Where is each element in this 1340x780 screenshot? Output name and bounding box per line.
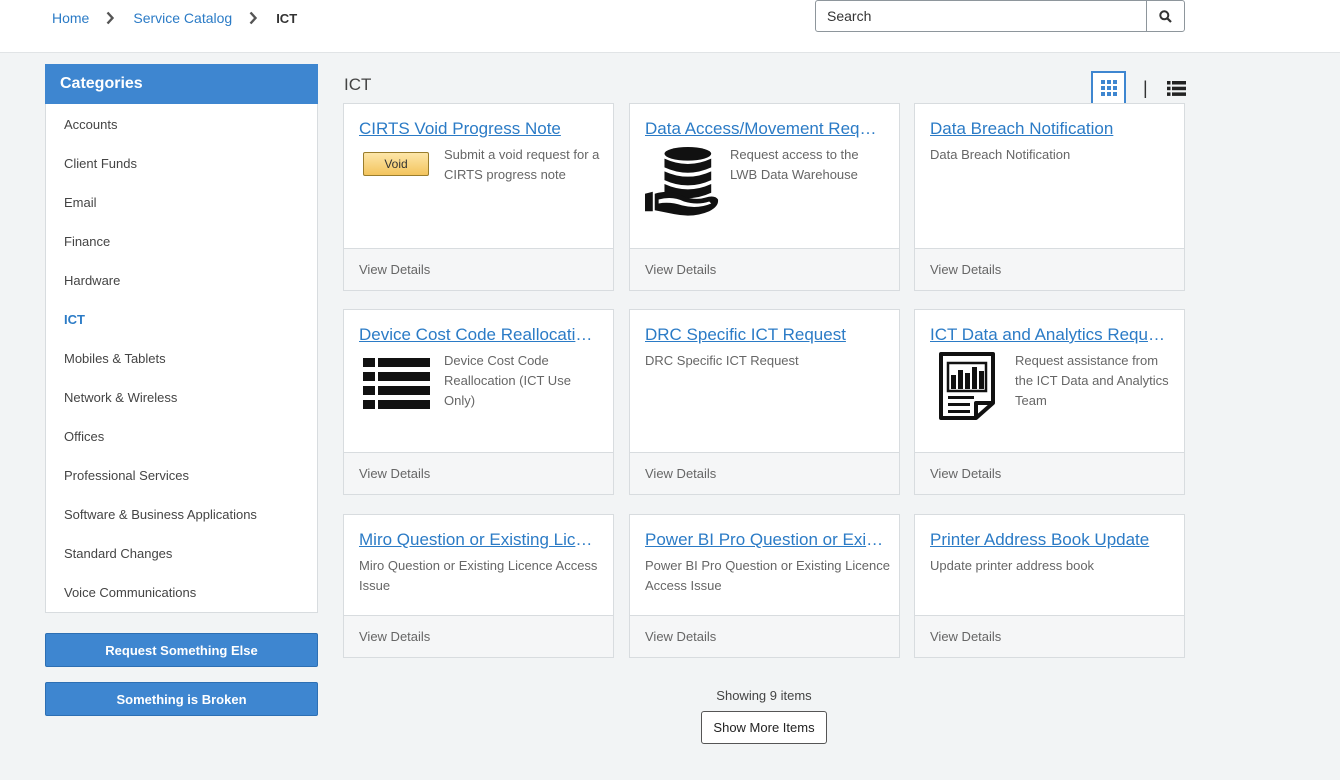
grid-icon — [1100, 80, 1117, 96]
catalog-card: Miro Question or Existing Licence Access… — [343, 514, 614, 658]
search-icon — [1159, 9, 1172, 23]
breadcrumb-current: ICT — [276, 10, 298, 26]
breadcrumb-home[interactable]: Home — [52, 10, 89, 26]
view-details-link[interactable]: View Details — [344, 452, 613, 494]
card-title-link[interactable]: Data Access/Movement Request — [645, 119, 885, 139]
sidebar-item-client-funds[interactable]: Client Funds — [46, 144, 317, 183]
chevron-right-icon — [106, 11, 115, 25]
catalog-card: ICT Data and Analytics Request Request as… — [914, 309, 1185, 495]
card-description: Request access to the LWB Data Warehouse — [730, 147, 859, 182]
report-chart-icon — [930, 351, 1004, 427]
search-button[interactable] — [1146, 1, 1184, 31]
breadcrumb-service-catalog[interactable]: Service Catalog — [133, 10, 232, 26]
categories-panel: Categories Accounts Client Funds Email Fina… — [45, 64, 318, 613]
sidebar-item-email[interactable]: Email — [46, 183, 317, 222]
card-title-link[interactable]: Power BI Pro Question or Existing Licenc… — [645, 530, 885, 550]
card-title-link[interactable]: Data Breach Notification — [930, 119, 1170, 139]
catalog-card: Device Cost Code Reallocation (ICT Use O… — [343, 309, 614, 495]
sidebar-item-software-business-applications[interactable]: Software & Business Applications — [46, 495, 317, 534]
sidebar-item-hardware[interactable]: Hardware — [46, 261, 317, 300]
catalog-card: Data Access/Movement Request Request acce… — [629, 103, 900, 291]
search-box — [815, 0, 1185, 32]
void-badge: Void — [359, 145, 433, 221]
breadcrumb: Home Service Catalog ICT — [52, 9, 297, 27]
card-description: Miro Question or Existing Licence Access… — [359, 558, 598, 593]
card-title-link[interactable]: Device Cost Code Reallocation (ICT Use O… — [359, 325, 599, 345]
sidebar-item-mobiles-tablets[interactable]: Mobiles & Tablets — [46, 339, 317, 378]
categories-header: Categories — [45, 64, 318, 104]
grid-view-button[interactable] — [1091, 71, 1126, 105]
card-title-link[interactable]: DRC Specific ICT Request — [645, 325, 885, 345]
database-hand-icon — [645, 145, 719, 221]
card-description: Update printer address book — [930, 558, 1095, 573]
view-details-link[interactable]: View Details — [630, 615, 899, 657]
view-separator: | — [1143, 77, 1148, 98]
view-details-link[interactable]: View Details — [344, 248, 613, 290]
categories-list: Accounts Client Funds Email Finance Hardware… — [46, 104, 317, 612]
top-bar: Home Service Catalog ICT — [0, 0, 1340, 53]
catalog-card: CIRTS Void Progress Note Void Submit a voi… — [343, 103, 614, 291]
request-something-else-button[interactable]: Request Something Else — [45, 633, 318, 667]
card-title-link[interactable]: CIRTS Void Progress Note — [359, 119, 599, 139]
chevron-right-icon — [249, 11, 258, 25]
sidebar-item-voice-communications[interactable]: Voice Communications — [46, 573, 317, 612]
view-details-link[interactable]: View Details — [915, 615, 1184, 657]
sidebar-item-professional-services[interactable]: Professional Services — [46, 456, 317, 495]
show-more-button[interactable]: Show More Items — [701, 711, 827, 744]
sidebar-item-offices[interactable]: Offices — [46, 417, 317, 456]
items-count: Showing 9 items — [716, 688, 812, 703]
list-view-button[interactable] — [1166, 80, 1186, 96]
sidebar-item-ict[interactable]: ICT — [46, 300, 317, 339]
sidebar-item-accounts[interactable]: Accounts — [46, 105, 317, 144]
search-input[interactable] — [816, 1, 1146, 31]
catalog-card: Power BI Pro Question or Existing Licenc… — [629, 514, 900, 658]
something-is-broken-button[interactable]: Something is Broken — [45, 682, 318, 716]
sidebar-item-finance[interactable]: Finance — [46, 222, 317, 261]
card-description: Power BI Pro Question or Existing Licenc… — [645, 558, 890, 593]
list-icon — [1166, 80, 1186, 96]
void-badge-label: Void — [363, 152, 429, 176]
list-icon — [359, 351, 433, 427]
page-title: ICT — [344, 75, 372, 94]
card-description: Submit a void request for a CIRTS progre… — [444, 147, 600, 182]
card-title-link[interactable]: Miro Question or Existing Licence Access… — [359, 530, 599, 550]
sidebar-item-network-wireless[interactable]: Network & Wireless — [46, 378, 317, 417]
card-description: Request assistance from the ICT Data and… — [1015, 353, 1169, 408]
view-details-link[interactable]: View Details — [915, 248, 1184, 290]
card-description: Data Breach Notification — [930, 147, 1071, 162]
card-title-link[interactable]: ICT Data and Analytics Request — [930, 325, 1170, 345]
catalog-card: DRC Specific ICT Request DRC Specific ICT… — [629, 309, 900, 495]
catalog-card: Printer Address Book Update Update printe… — [914, 514, 1185, 658]
view-details-link[interactable]: View Details — [344, 615, 613, 657]
view-details-link[interactable]: View Details — [915, 452, 1184, 494]
card-description: Device Cost Code Reallocation (ICT Use O… — [444, 353, 571, 408]
card-title-link[interactable]: Printer Address Book Update — [930, 530, 1170, 550]
view-toggle: | — [1091, 71, 1186, 105]
view-details-link[interactable]: View Details — [630, 452, 899, 494]
view-details-link[interactable]: View Details — [630, 248, 899, 290]
sidebar-item-standard-changes[interactable]: Standard Changes — [46, 534, 317, 573]
card-description: DRC Specific ICT Request — [645, 353, 799, 368]
catalog-card: Data Breach Notification Data Breach Noti… — [914, 103, 1185, 291]
